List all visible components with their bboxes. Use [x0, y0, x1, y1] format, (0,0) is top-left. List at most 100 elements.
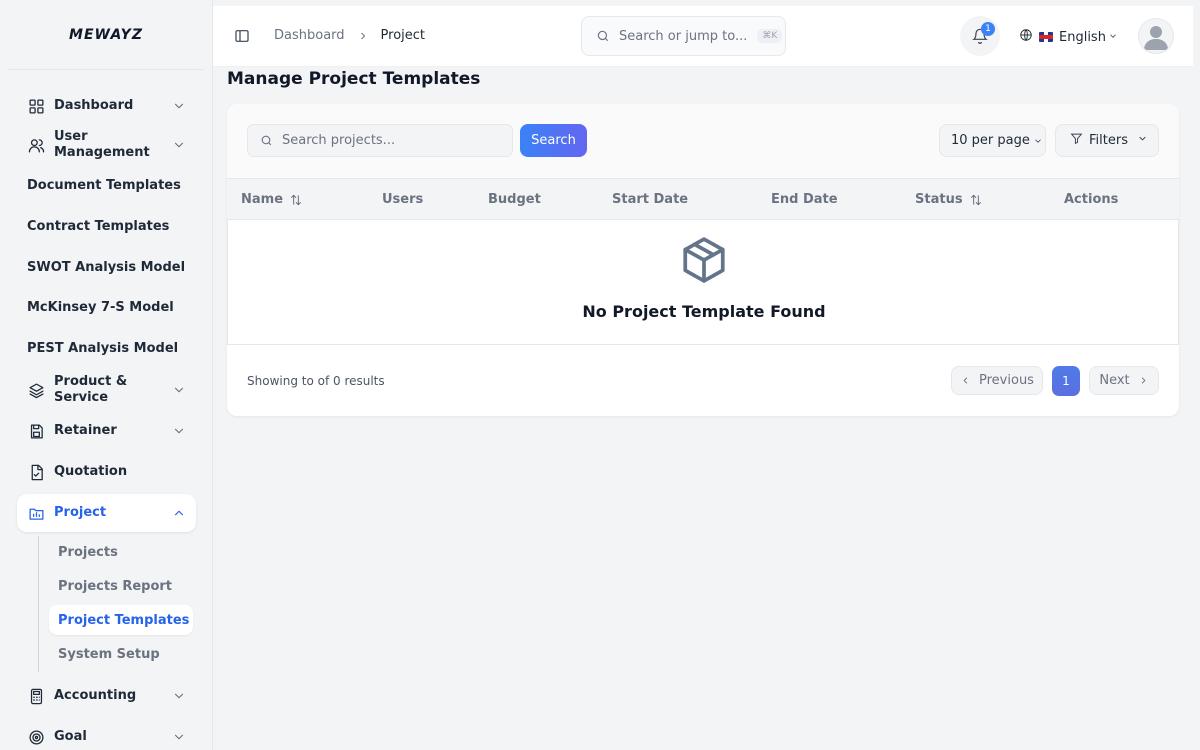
filters-label: Filters	[1089, 133, 1128, 148]
grid-icon	[27, 97, 45, 115]
sidebar-item-user-management[interactable]: User Management	[17, 127, 196, 163]
column-label: Status	[915, 192, 963, 207]
page-number-button[interactable]: 1	[1052, 366, 1080, 396]
logo-text: MEWAYZ	[69, 26, 143, 43]
sidebar-item-label: Goal	[54, 729, 87, 744]
submenu-item-system-setup[interactable]: System Setup	[49, 639, 193, 669]
project-search-input[interactable]	[282, 133, 492, 148]
column-label: Name	[241, 192, 284, 207]
submenu-item-project-templates[interactable]: Project Templates	[49, 605, 193, 635]
column-end-date: End Date	[771, 192, 838, 207]
sidebar-item-goal[interactable]: Goal	[17, 722, 196, 750]
submenu-item-label: Projects Report	[58, 578, 173, 594]
column-start-date: Start Date	[612, 192, 688, 207]
top-header: Dashboard Project Search or jump to... ⌘…	[213, 6, 1193, 67]
sidebar-item-label: Product & Service	[54, 374, 128, 405]
chevron-down-icon	[172, 383, 186, 397]
next-label: Next	[1099, 373, 1130, 388]
package-icon	[679, 235, 729, 285]
breadcrumb: Dashboard Project	[274, 28, 425, 43]
language-selector[interactable]: English	[1019, 28, 1118, 46]
calculator-icon	[27, 687, 45, 705]
sidebar-item-dashboard[interactable]: Dashboard	[17, 91, 196, 121]
chevron-down-icon	[1106, 30, 1118, 45]
chevron-down-icon	[172, 99, 186, 113]
next-page-button[interactable]: Next	[1089, 366, 1159, 395]
search-button[interactable]: Search	[520, 124, 587, 157]
chevron-down-icon	[172, 138, 186, 152]
shortcut-hint: ⌘K	[757, 29, 783, 43]
notifications-button[interactable]: 1	[960, 16, 1000, 56]
user-avatar[interactable]	[1138, 18, 1174, 54]
column-label: Users	[382, 192, 424, 207]
chevron-down-icon	[172, 689, 186, 703]
submenu-item-projects-report[interactable]: Projects Report	[49, 571, 193, 601]
breadcrumb-current: Project	[380, 28, 426, 43]
column-status[interactable]: Status	[915, 192, 983, 207]
sidebar-item-document-templates[interactable]: Document Templates	[17, 171, 196, 201]
sidebar-item-project[interactable]: Project	[17, 494, 196, 532]
sidebar-item-label: User Management	[54, 129, 150, 160]
sidebar-item-label: Accounting	[54, 688, 137, 703]
users-icon	[27, 136, 45, 154]
sidebar-item-accounting[interactable]: Accounting	[17, 681, 196, 711]
sidebar-item-product-service[interactable]: Product & Service	[17, 372, 196, 408]
chevron-left-icon	[963, 377, 968, 384]
chevron-down-icon	[172, 424, 186, 438]
column-label: End Date	[771, 192, 838, 207]
sidebar-item-label: Retainer	[54, 423, 117, 438]
sort-icon	[970, 194, 981, 205]
project-search-field[interactable]	[247, 124, 513, 157]
column-actions: Actions	[1064, 192, 1118, 207]
sidebar-item-label: Document Templates	[27, 178, 181, 193]
page-title: Manage Project Templates	[227, 69, 481, 89]
chevron-down-icon	[1035, 138, 1041, 143]
sidebar-item-pest[interactable]: PEST Analysis Model	[17, 334, 196, 364]
app-root: MEWAYZ Dashboard User Management Documen…	[0, 0, 1200, 750]
sidebar-item-label: Contract Templates	[27, 219, 170, 234]
empty-state: No Project Template Found	[227, 220, 1179, 345]
project-submenu: Projects Projects Report Project Templat…	[38, 536, 198, 672]
previous-page-button[interactable]: Previous	[951, 366, 1043, 395]
submenu-item-label: Project Templates	[58, 612, 190, 628]
global-search-placeholder: Search or jump to...	[619, 28, 748, 44]
chevron-down-icon	[1128, 133, 1148, 148]
save-icon	[27, 422, 45, 440]
column-label: Start Date	[612, 192, 689, 207]
column-budget: Budget	[488, 192, 541, 207]
sidebar-item-contract-templates[interactable]: Contract Templates	[17, 212, 196, 242]
per-page-select[interactable]: 10 per page	[939, 124, 1046, 157]
brand-logo[interactable]: MEWAYZ	[8, 0, 204, 70]
table-toolbar: Search 10 per page Filters	[227, 104, 1179, 178]
sidebar-item-retainer[interactable]: Retainer	[17, 416, 196, 446]
main-content: Manage Project Templates Search 10 per p…	[213, 67, 1193, 743]
breadcrumb-dashboard[interactable]: Dashboard	[274, 28, 345, 43]
sidebar-item-quotation[interactable]: Quotation	[17, 457, 196, 487]
search-icon	[261, 135, 272, 146]
templates-card: Search 10 per page Filters Name Users Bu…	[227, 104, 1179, 416]
globe-icon	[1019, 28, 1033, 46]
avatar-icon	[1144, 26, 1168, 50]
filters-button[interactable]: Filters	[1055, 124, 1159, 157]
sort-icon	[290, 194, 302, 205]
column-name[interactable]: Name	[241, 192, 303, 207]
language-label: English	[1059, 29, 1106, 45]
sidebar-toggle-icon[interactable]	[234, 28, 250, 44]
sidebar-item-swot[interactable]: SWOT Analysis Model	[17, 253, 196, 283]
sidebar-item-label: Dashboard	[54, 98, 134, 113]
target-icon	[27, 728, 45, 746]
chevron-up-icon	[172, 506, 186, 520]
uk-flag-icon	[1039, 32, 1053, 42]
layers-icon	[27, 381, 45, 399]
column-label: Actions	[1064, 192, 1119, 207]
sidebar-item-label: SWOT Analysis Model	[27, 260, 186, 275]
folder-chart-icon	[27, 504, 45, 522]
results-summary: Showing to of 0 results	[247, 374, 385, 388]
chevron-right-icon	[357, 30, 369, 42]
sidebar-item-label: McKinsey 7-S Model	[27, 300, 174, 315]
empty-message: No Project Template Found	[582, 302, 826, 321]
global-search[interactable]: Search or jump to... ⌘K	[581, 16, 786, 56]
submenu-item-projects[interactable]: Projects	[49, 537, 193, 567]
filter-icon	[1070, 132, 1089, 149]
sidebar-item-mckinsey[interactable]: McKinsey 7-S Model	[17, 293, 196, 323]
